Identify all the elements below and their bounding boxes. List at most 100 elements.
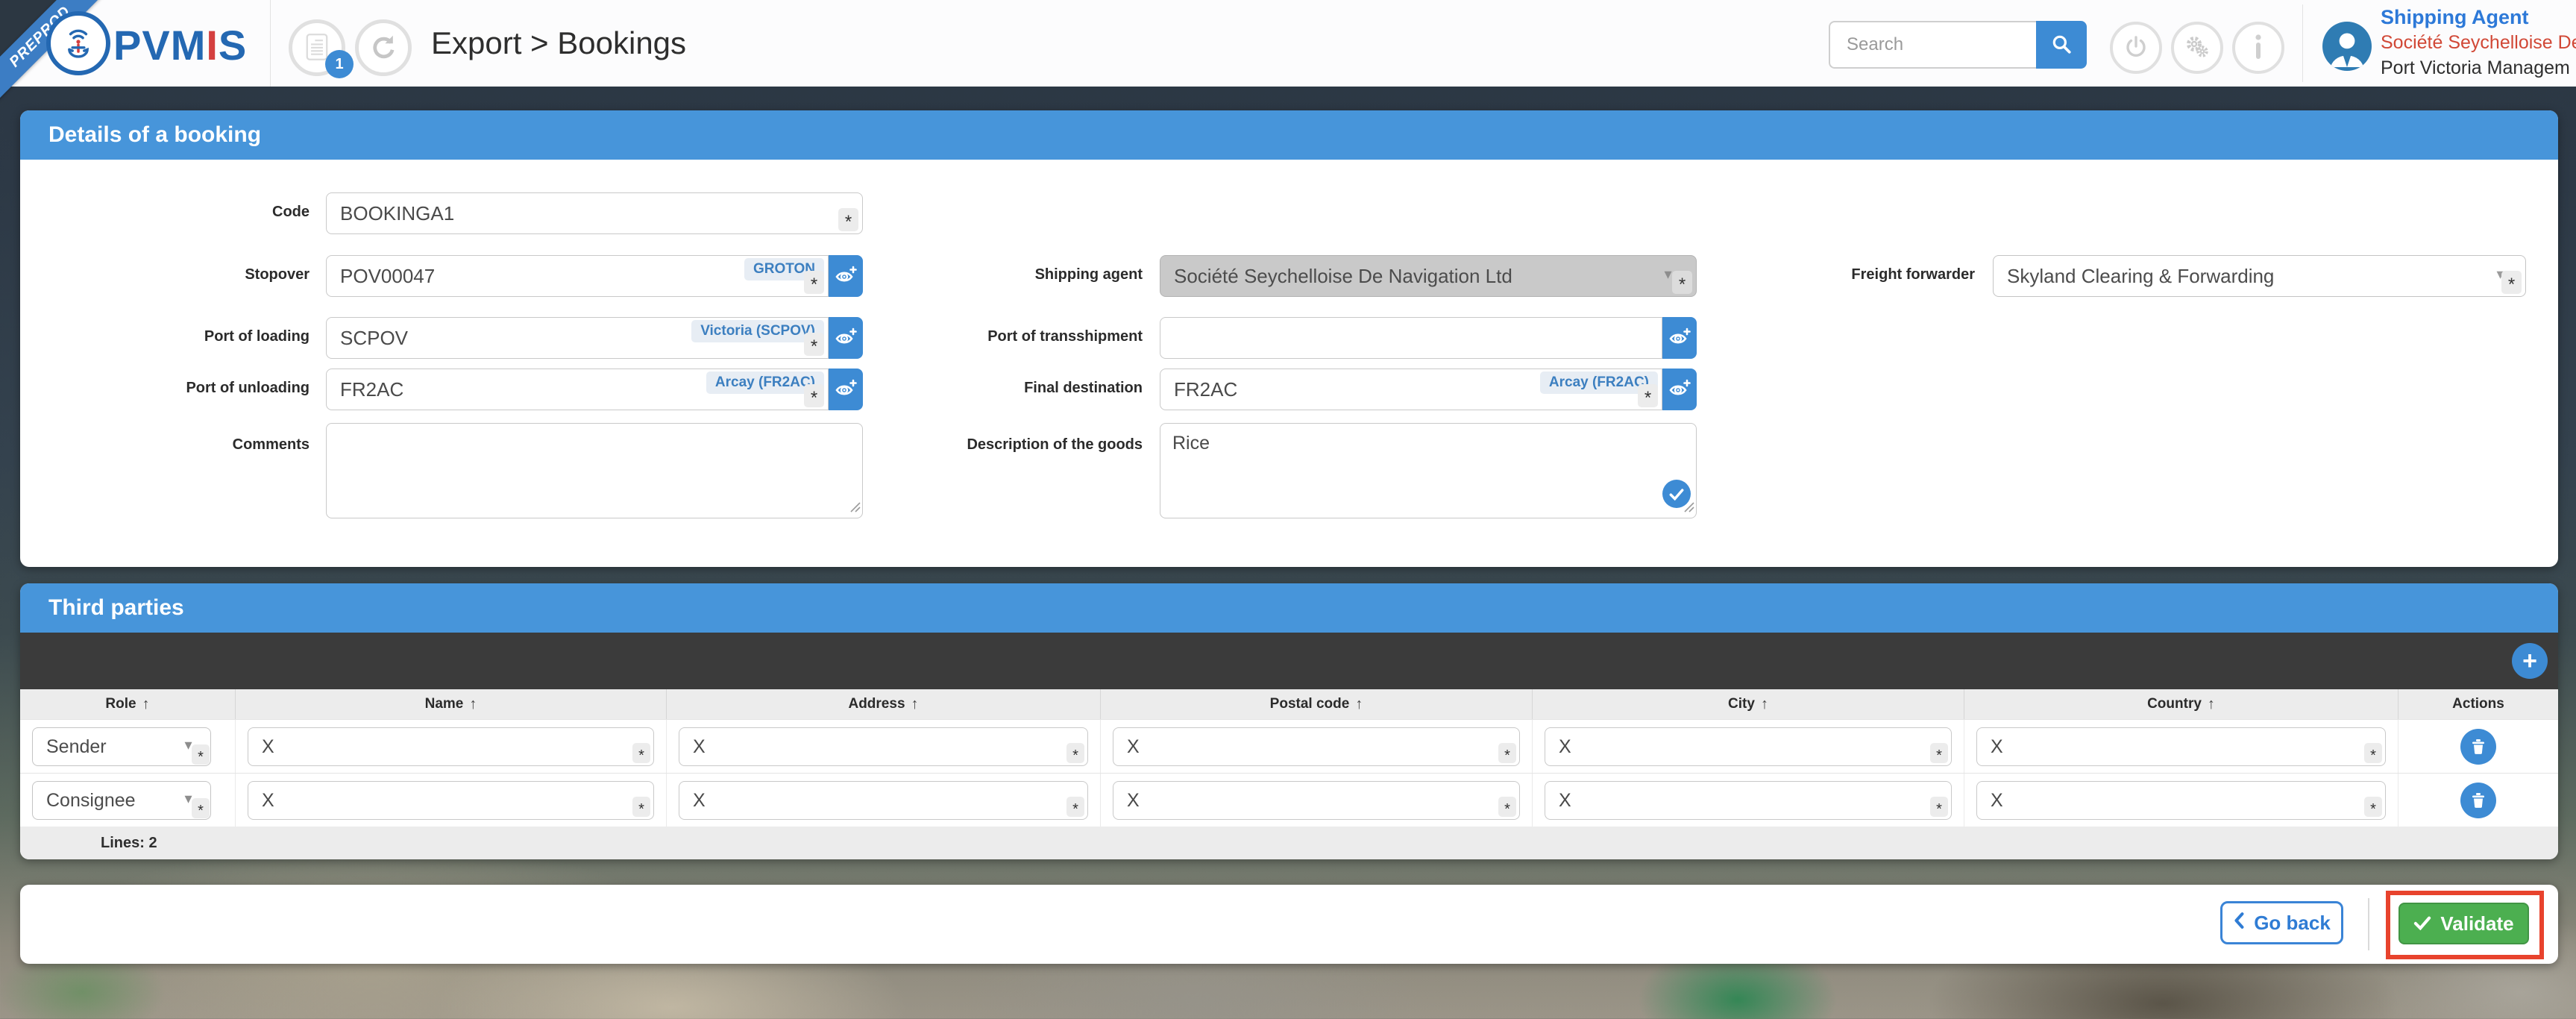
user-info[interactable]: Shipping Agent Société Seychelloise De P… [2381, 4, 2576, 81]
refresh-icon [369, 33, 398, 63]
address-input[interactable] [679, 781, 1088, 820]
logout-button[interactable] [2110, 22, 2162, 74]
postal-code-cell: * [1101, 774, 1533, 827]
city-cell: * [1533, 774, 1964, 827]
description-of-goods-textarea[interactable]: Rice [1160, 423, 1697, 518]
sort-asc-icon: ↑ [469, 696, 477, 713]
port-of-transshipment-input[interactable] [1160, 317, 1662, 359]
column-header-name[interactable]: Name↑ [236, 689, 667, 719]
freight-forwarder-label: Freight forwarder [1721, 266, 1975, 283]
stopover-label: Stopover [65, 266, 310, 283]
header-divider [270, 0, 271, 87]
required-marker: * [804, 333, 824, 356]
app-logo[interactable] [46, 11, 110, 75]
search-input[interactable] [1829, 21, 2036, 69]
freight-forwarder-select[interactable]: Skyland Clearing & Forwarding [1993, 255, 2526, 297]
column-header-city[interactable]: City↑ [1533, 689, 1964, 719]
required-marker: * [838, 208, 858, 231]
role-cell: Consignee ▼ * [20, 774, 236, 827]
comments-field [326, 423, 863, 518]
app-header: PREPROD PVMIS 1 [0, 0, 2576, 87]
info-icon [2254, 34, 2263, 63]
booking-details-panel: Details of a booking Code * Stopover GRO… [20, 110, 2558, 567]
postal-code-input[interactable] [1113, 727, 1520, 766]
resize-handle-icon[interactable] [1684, 502, 1694, 516]
country-cell: * [1964, 720, 2398, 774]
user-role: Shipping Agent [2381, 4, 2576, 30]
anchor-logo-icon [59, 22, 98, 65]
address-input[interactable] [679, 727, 1088, 766]
chevron-left-icon [2233, 912, 2245, 935]
add-third-party-button[interactable]: + [2512, 643, 2548, 679]
city-input[interactable] [1545, 727, 1952, 766]
required-marker: * [1930, 743, 1948, 763]
third-parties-toolbar: + [20, 633, 2558, 689]
notification-badge: 1 [325, 50, 354, 78]
eye-plus-icon [1668, 379, 1691, 401]
required-marker: * [192, 798, 210, 818]
comments-label: Comments [65, 436, 310, 454]
user-avatar[interactable] [2322, 22, 2372, 71]
panel-title: Details of a booking [20, 110, 2558, 160]
sort-asc-icon: ↑ [1355, 696, 1363, 713]
trash-icon [2470, 737, 2487, 757]
final-destination-lookup-button[interactable] [1662, 369, 1697, 410]
gears-icon [2184, 34, 2211, 62]
country-cell: * [1964, 774, 2398, 827]
third-parties-panel: Third parties + Role↑ Name↑ Address↑ Pos… [20, 583, 2558, 859]
column-header-address[interactable]: Address↑ [667, 689, 1101, 719]
required-marker: * [1638, 384, 1658, 407]
table-row: Sender ▼ * * * * * * [20, 719, 2558, 774]
actions-cell [2398, 720, 2558, 774]
code-input[interactable] [326, 192, 863, 234]
footer-action-bar: Go back Validate [20, 885, 2558, 964]
user-company: Société Seychelloise De [2381, 30, 2576, 55]
page-title: Export > Bookings [431, 0, 686, 87]
required-marker: * [1066, 743, 1084, 763]
code-field: * [326, 192, 863, 234]
table-header-row: Role↑ Name↑ Address↑ Postal code↑ City↑ … [20, 689, 2558, 719]
port-of-transshipment-lookup-button[interactable] [1662, 317, 1697, 359]
name-input[interactable] [248, 781, 654, 820]
city-input[interactable] [1545, 781, 1952, 820]
delete-row-button[interactable] [2460, 783, 2496, 818]
country-input[interactable] [1976, 727, 2386, 766]
trash-icon [2470, 791, 2487, 811]
required-marker: * [632, 743, 650, 763]
required-marker: * [1066, 797, 1084, 817]
column-header-actions: Actions [2398, 689, 2558, 719]
search-button[interactable] [2036, 21, 2087, 69]
postal-code-cell: * [1101, 720, 1533, 774]
name-input[interactable] [248, 727, 654, 766]
go-back-button[interactable]: Go back [2220, 901, 2343, 944]
column-header-role[interactable]: Role↑ [20, 689, 236, 719]
name-cell: * [236, 720, 667, 774]
shipping-agent-select[interactable]: Société Seychelloise De Navigation Ltd [1160, 255, 1697, 297]
delete-row-button[interactable] [2460, 729, 2496, 765]
country-input[interactable] [1976, 781, 2386, 820]
resize-handle-icon[interactable] [850, 502, 861, 516]
port-of-unloading-label: Port of unloading [65, 380, 310, 397]
comments-textarea[interactable] [326, 423, 863, 518]
refresh-button[interactable] [355, 19, 412, 76]
port-of-loading-field: Victoria (SCPOV) * [326, 317, 863, 359]
port-of-transshipment-field [1160, 317, 1697, 359]
column-header-postal-code[interactable]: Postal code↑ [1101, 689, 1533, 719]
required-marker: * [2364, 743, 2382, 763]
actions-cell [2398, 774, 2558, 827]
column-header-country[interactable]: Country↑ [1964, 689, 2398, 719]
footer-divider [2368, 898, 2369, 950]
description-of-goods-field: Rice [1160, 423, 1697, 518]
document-icon [306, 32, 328, 64]
shipping-agent-label: Shipping agent [841, 266, 1143, 283]
required-marker: * [192, 744, 210, 765]
settings-button[interactable] [2171, 22, 2223, 74]
required-marker: * [2364, 797, 2382, 817]
user-organization: Port Victoria Managem [2381, 55, 2576, 81]
postal-code-input[interactable] [1113, 781, 1520, 820]
header-divider [2302, 4, 2303, 82]
info-button[interactable] [2232, 22, 2284, 74]
sort-asc-icon: ↑ [911, 696, 919, 713]
sort-asc-icon: ↑ [142, 696, 150, 713]
table-row: Consignee ▼ * * * * * * [20, 773, 2558, 827]
